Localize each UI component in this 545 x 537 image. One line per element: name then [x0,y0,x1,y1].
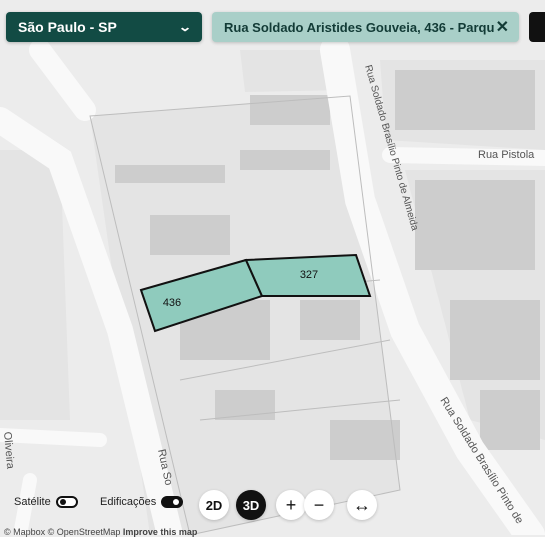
buildings-label: Edificações [100,496,157,508]
lot-327-label: 327 [300,269,318,281]
close-icon[interactable]: ✕ [496,17,509,37]
menu-button[interactable] [529,12,545,42]
address-text: Rua Soldado Aristides Gouveia, 436 - Par… [224,19,494,35]
mapbox-attribution[interactable]: © Mapbox [4,527,45,537]
street-label-pistola: Rua Pistola [478,149,535,161]
chevron-down-icon: ⌄ [177,20,193,34]
buildings-toggle[interactable] [161,496,184,508]
map-attribution: © Mapbox © OpenStreetMap Improve this ma… [4,527,197,537]
improve-map-link[interactable]: Improve this map [123,527,198,537]
satellite-label: Satélite [14,496,51,508]
address-chip[interactable]: Rua Soldado Aristides Gouveia, 436 - Par… [212,12,519,42]
map-canvas[interactable]: 436 327 Rua Soldado Brasílio Pinto de Al… [0,0,545,535]
city-select-label: São Paulo - SP [18,19,117,35]
lot-436-label: 436 [163,297,181,309]
satellite-toggle-group[interactable]: Satélite [14,496,78,508]
zoom-in-button[interactable]: + [276,490,306,520]
buildings-toggle-group[interactable]: Edificações [100,496,184,508]
osm-attribution[interactable]: © OpenStreetMap [48,527,121,537]
view-2d-button[interactable]: 2D [199,490,229,520]
view-3d-button[interactable]: 3D [236,490,266,520]
city-select[interactable]: São Paulo - SP ⌄ [6,12,202,42]
map-controls: Satélite Edificações 2D 3D + − ↔ [0,490,545,526]
zoom-out-button[interactable]: − [304,490,334,520]
top-bar: São Paulo - SP ⌄ Rua Soldado Aristides G… [0,0,545,50]
satellite-toggle[interactable] [55,496,78,508]
expand-icon[interactable]: ↔ [347,490,377,520]
